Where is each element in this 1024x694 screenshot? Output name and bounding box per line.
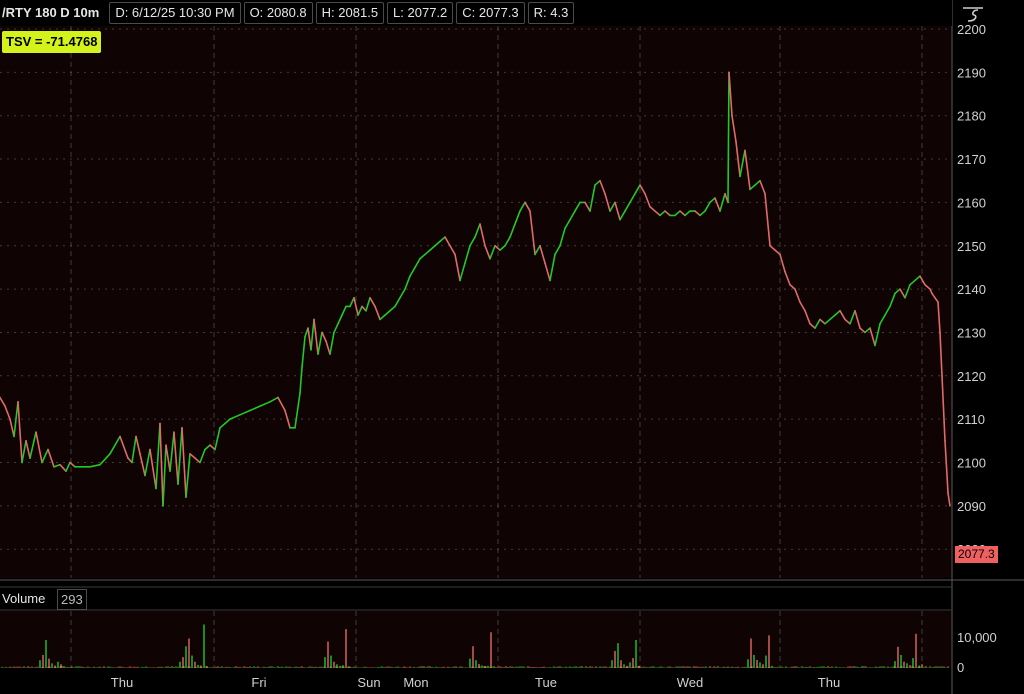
volume-tick-label: 0 [957, 660, 964, 675]
y-tick-label: 2160 [957, 195, 986, 210]
x-tick-label: Sun [357, 675, 380, 690]
y-tick-label: 2110 [957, 412, 985, 427]
low-field: L: 2077.2 [387, 2, 454, 24]
price-segment [727, 71, 730, 204]
y-tick-label: 2120 [957, 369, 986, 384]
volume-value: 293 [57, 589, 87, 610]
tsv-study-badge[interactable]: TSV = -71.4768 [2, 31, 102, 53]
y-tick-label: 2100 [957, 456, 986, 471]
high-field: H: 2081.5 [315, 2, 385, 24]
x-tick-label: Wed [677, 675, 704, 690]
x-tick-label: Tue [535, 675, 557, 690]
range-field: R: 4.3 [527, 2, 575, 24]
volume-label: Volume [2, 591, 46, 606]
x-tick-label: Thu [111, 675, 133, 690]
volume-panel-background [0, 611, 952, 668]
y-tick-label: 2130 [957, 325, 986, 340]
y-tick-label: 2140 [957, 282, 986, 297]
volume-tick-label: 10,000 [957, 630, 997, 645]
x-tick-label: Thu [818, 675, 840, 690]
quote-header: /RTY 180 D 10m D: 6/12/25 10:30 PM O: 20… [0, 0, 952, 26]
price-panel-background [0, 26, 952, 578]
y-tick-label: 2150 [957, 239, 986, 254]
style-settings-icon[interactable] [960, 4, 986, 26]
last-price-tag: 2077.3 [955, 546, 998, 563]
y-tick-label: 2090 [957, 499, 986, 514]
x-tick-label: Fri [251, 675, 266, 690]
y-tick-label: 2170 [957, 152, 986, 167]
bar-date-field: D: 6/12/25 10:30 PM [109, 2, 241, 24]
open-field: O: 2080.8 [243, 2, 313, 24]
price-chart[interactable]: 2200219021802170216021502140213021202110… [0, 0, 1024, 694]
y-tick-label: 2190 [957, 65, 986, 80]
close-field: C: 2077.3 [456, 2, 525, 24]
x-tick-label: Mon [403, 675, 428, 690]
y-tick-label: 2180 [957, 109, 986, 124]
symbol-label[interactable]: /RTY 180 D 10m [0, 3, 104, 23]
